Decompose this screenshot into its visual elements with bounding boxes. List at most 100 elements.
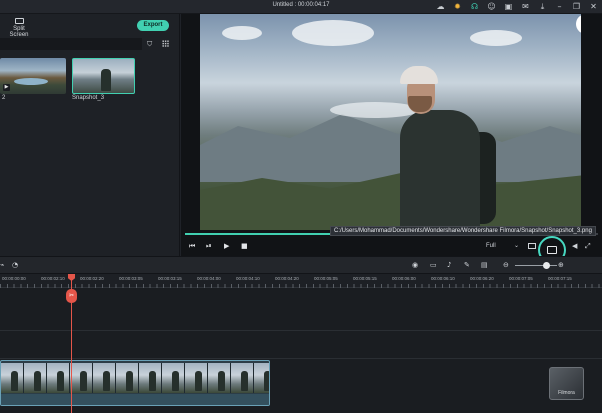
titlebar-icons: ☁ ✹ ☊ ☺ ▣ ✉ ⤓ – ❐ ✕ bbox=[436, 2, 598, 11]
frame-person-graphic bbox=[103, 371, 110, 391]
ruler-time-label: 00:00:03:15 bbox=[158, 276, 182, 281]
ruler-time-label: 00:00:07:05 bbox=[509, 276, 533, 281]
ruler-time-label: 00:00:05:15 bbox=[353, 276, 377, 281]
cloud-icon[interactable]: ☁ bbox=[436, 2, 445, 11]
clip-frame bbox=[1, 363, 24, 393]
title-bar: Untitled : 00:00:04:17 ☁ ✹ ☊ ☺ ▣ ✉ ⤓ – ❐… bbox=[0, 0, 602, 14]
snapshot-path-tooltip: C:/Users/Mohammad/Documents/Wondershare/… bbox=[330, 226, 596, 236]
clip-frames bbox=[1, 363, 269, 393]
timeline-ruler[interactable]: 00:00:00:00 00:00:02:10 00:00:02:20 00:00:0… bbox=[0, 274, 602, 288]
progress-fill bbox=[185, 233, 334, 235]
ruler-time-label: 00:00:06:10 bbox=[431, 276, 455, 281]
ruler-time-label: 00:00:00:00 bbox=[2, 276, 26, 281]
split-screen-icon bbox=[14, 18, 24, 24]
filter-icon[interactable]: ⛉ bbox=[147, 40, 152, 49]
hiker-cap bbox=[400, 66, 438, 84]
track-divider bbox=[0, 358, 602, 359]
account-icon[interactable]: ☺ bbox=[487, 2, 496, 11]
frame-person-graphic bbox=[149, 371, 156, 391]
headset-icon[interactable]: ☊ bbox=[470, 2, 479, 11]
media-panel: Split Screen Export ⛉ ▶ 2 Snapshot_3 bbox=[0, 14, 180, 256]
zoom-out-icon[interactable]: ⊖ bbox=[503, 261, 509, 269]
frame-person-graphic bbox=[172, 371, 179, 391]
play-icon[interactable]: ▶ bbox=[224, 242, 229, 250]
frame-person-graphic bbox=[80, 371, 87, 391]
clip-frame bbox=[93, 363, 116, 393]
clip-frame bbox=[47, 363, 70, 393]
clip-frame bbox=[208, 363, 231, 393]
mail-icon[interactable]: ✉ bbox=[521, 2, 530, 11]
microphone-icon[interactable]: ♪ bbox=[447, 261, 451, 269]
chevron-down-icon[interactable]: ⌄ bbox=[514, 242, 519, 249]
preview-panel: i C:/Users/Mohammad/Documents/Wondershar… bbox=[181, 14, 602, 264]
edit-icon[interactable]: ✎ bbox=[464, 261, 470, 269]
download-icon[interactable]: ⤓ bbox=[538, 2, 547, 11]
hiker-beard bbox=[408, 96, 432, 112]
frame-person-graphic bbox=[241, 371, 248, 391]
clip-frame bbox=[70, 363, 93, 393]
ruler-time-label: 00:00:02:20 bbox=[80, 276, 104, 281]
clip-frame bbox=[185, 363, 208, 393]
video-type-icon: ▶ bbox=[3, 84, 10, 91]
media-search-input[interactable] bbox=[0, 38, 142, 50]
save-icon[interactable]: ▣ bbox=[504, 2, 513, 11]
ruler-time-label: 00:00:04:20 bbox=[275, 276, 299, 281]
clip-audio-strip bbox=[1, 394, 269, 405]
filmora-logo: Filmora bbox=[549, 367, 584, 400]
split-screen-button[interactable]: Split Screen bbox=[3, 18, 35, 38]
media-thumbnail-label: Snapshot_3 bbox=[72, 95, 105, 101]
speed-icon[interactable]: ◔ bbox=[12, 261, 18, 269]
ruler-time-label: 00:00:04:00 bbox=[197, 276, 221, 281]
fullscreen-icon[interactable]: ⤢ bbox=[585, 242, 591, 251]
ruler-time-label: 00:00:05:05 bbox=[314, 276, 338, 281]
stop-icon[interactable]: ■ bbox=[241, 242, 248, 250]
media-thumbnail-label: 2 bbox=[2, 95, 6, 101]
subtitle-icon[interactable]: ▤ bbox=[481, 261, 488, 269]
clip-frame bbox=[116, 363, 139, 393]
frame-person-graphic bbox=[218, 371, 225, 391]
grid-view-icon[interactable] bbox=[162, 40, 169, 47]
quality-select[interactable]: Full bbox=[486, 243, 496, 249]
zoom-slider-handle[interactable] bbox=[543, 262, 550, 269]
frame-person-graphic bbox=[126, 371, 133, 391]
render-icon[interactable]: ◉ bbox=[412, 261, 418, 269]
thumbnail-lake-graphic bbox=[14, 78, 48, 85]
info-icon[interactable]: i bbox=[576, 14, 581, 34]
ruler-time-label: 00:00:06:20 bbox=[470, 276, 494, 281]
timeline-toolbar: ⌁ ◔ ◉ ▭ ♪ ✎ ▤ ⊖ ⊕ bbox=[0, 256, 602, 274]
clip-frame bbox=[24, 363, 47, 393]
frame-person-graphic bbox=[264, 371, 269, 391]
split-screen-label: Split Screen bbox=[9, 26, 29, 38]
frame-person-graphic bbox=[34, 371, 41, 391]
video-clip[interactable] bbox=[0, 360, 270, 406]
clip-frame bbox=[162, 363, 185, 393]
ruler-time-label: 00:00:07:15 bbox=[548, 276, 572, 281]
scissors-icon[interactable]: ✂ bbox=[66, 289, 77, 303]
thumbnail-person-graphic bbox=[101, 69, 111, 91]
clip-frame bbox=[139, 363, 162, 393]
display-icon[interactable] bbox=[528, 243, 536, 249]
timeline-tracks: Filmora bbox=[0, 288, 602, 413]
hiker-body bbox=[400, 110, 480, 230]
volume-icon[interactable]: ◀ bbox=[572, 242, 577, 250]
media-thumbnail-2[interactable]: ▶ bbox=[0, 58, 66, 94]
undo-icon[interactable]: ⌁ bbox=[0, 261, 4, 269]
bulb-icon[interactable]: ✹ bbox=[453, 2, 462, 11]
close-icon[interactable]: ✕ bbox=[589, 2, 598, 11]
restore-icon[interactable]: ❐ bbox=[572, 2, 581, 11]
clip-frame bbox=[231, 363, 254, 393]
ruler-time-label: 00:00:06:00 bbox=[392, 276, 416, 281]
play-pause-icon[interactable]: ⏯ bbox=[206, 242, 212, 251]
frame-person-graphic bbox=[195, 371, 202, 391]
previous-frame-icon[interactable]: ⏮ bbox=[189, 242, 195, 251]
marker-icon[interactable]: ▭ bbox=[430, 261, 437, 269]
ruler-time-label: 00:00:04:10 bbox=[236, 276, 260, 281]
minimize-icon[interactable]: – bbox=[555, 2, 564, 11]
zoom-slider[interactable] bbox=[515, 265, 557, 266]
ruler-time-label: 00:00:03:05 bbox=[119, 276, 143, 281]
filmora-logo-text: Filmora bbox=[558, 390, 575, 396]
frame-person-graphic bbox=[57, 371, 64, 391]
media-thumbnail-snapshot-3[interactable] bbox=[72, 58, 135, 94]
export-button[interactable]: Export bbox=[137, 20, 169, 31]
zoom-in-icon[interactable]: ⊕ bbox=[558, 261, 564, 269]
